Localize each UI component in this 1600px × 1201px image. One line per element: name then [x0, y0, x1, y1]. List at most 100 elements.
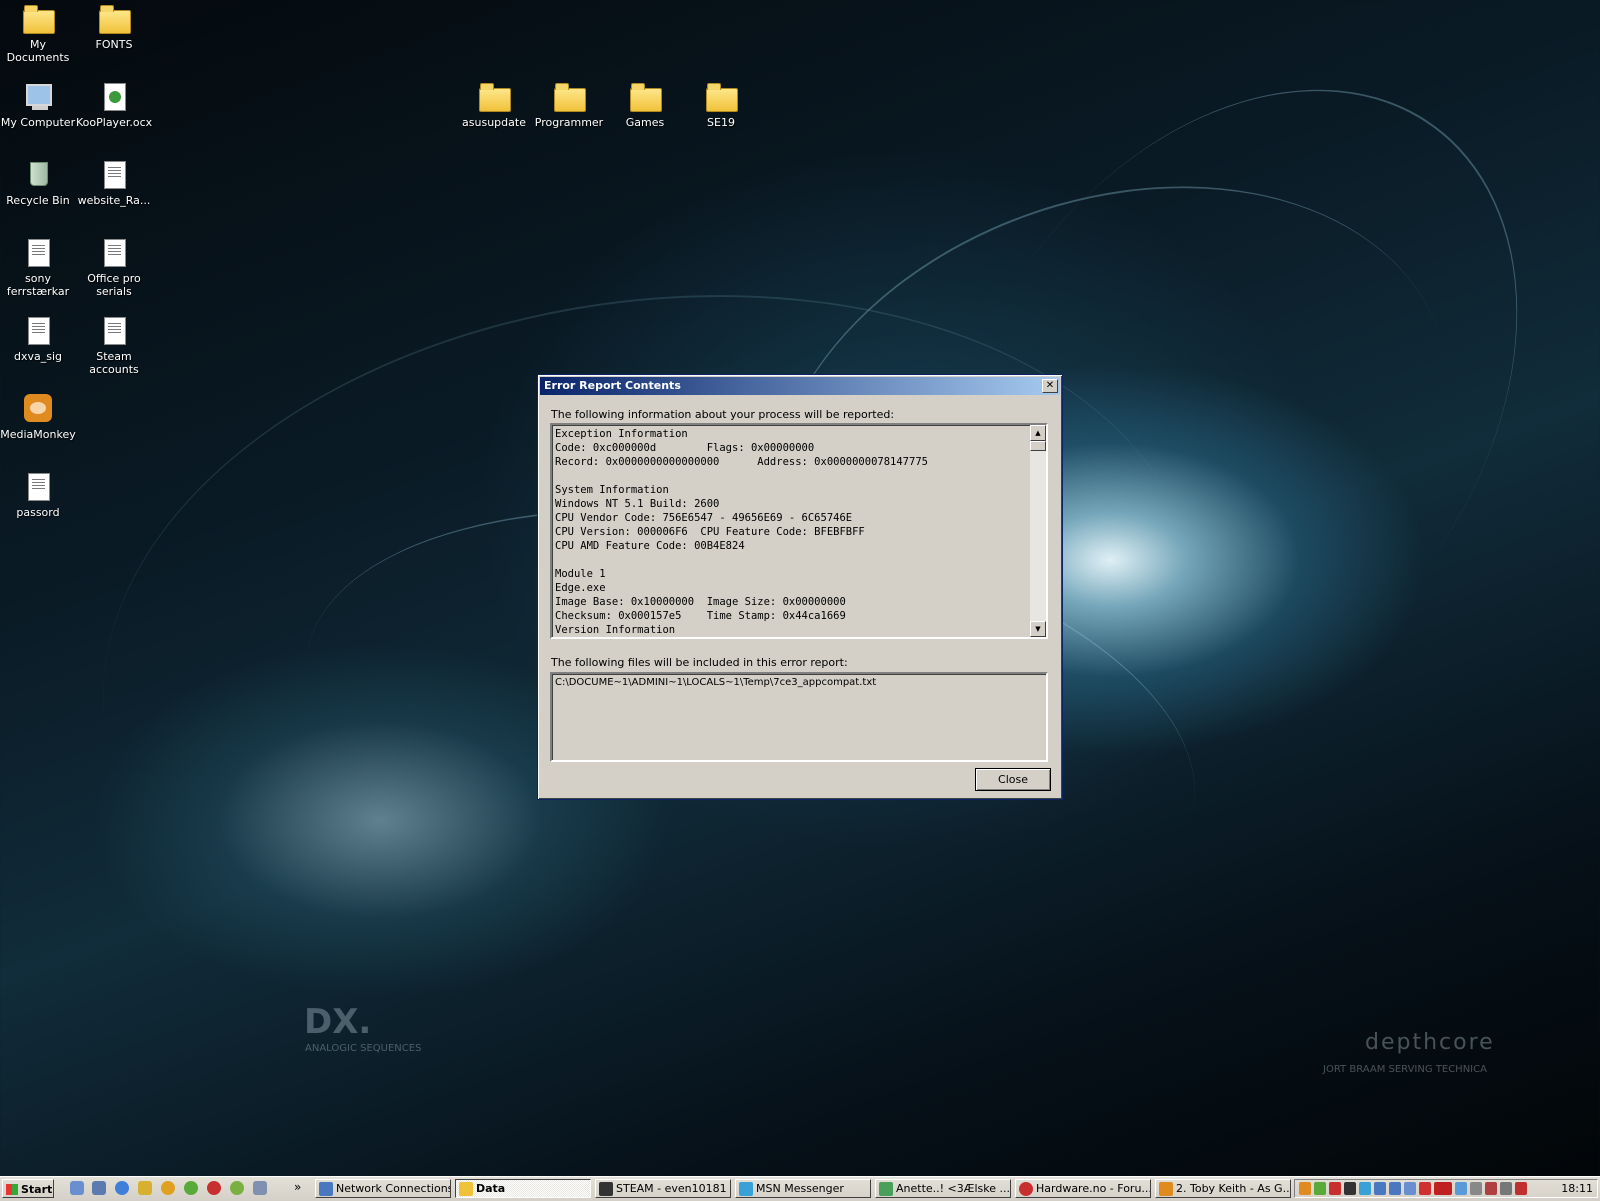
desktop-icon-asusupdate[interactable]: asusupdate — [456, 80, 532, 129]
folder-icon — [629, 80, 662, 112]
tray-app-icon[interactable] — [1500, 1182, 1512, 1195]
folder-icon — [705, 80, 738, 112]
close-icon[interactable]: ✕ — [1042, 379, 1058, 393]
taskbar: Start » Network Connections Data STEAM -… — [0, 1176, 1600, 1201]
desktop-icon-se19[interactable]: SE19 — [683, 80, 759, 129]
media-player-icon[interactable] — [161, 1181, 175, 1195]
report-line: CPU Vendor Code: 756E6547 - 49656E69 - 6… — [555, 512, 853, 524]
text-file-icon — [22, 314, 54, 346]
tray-app-icon[interactable] — [1419, 1182, 1431, 1195]
system-tray: 18:11 — [1294, 1179, 1598, 1198]
close-button[interactable]: Close — [975, 768, 1051, 791]
recycle-bin-icon — [22, 158, 54, 190]
report-line: System Information — [555, 484, 669, 496]
desktop-icon-my-documents[interactable]: My Documents — [0, 2, 76, 64]
quicklaunch-app-icon[interactable] — [92, 1181, 106, 1195]
report-line: CPU Version: 000006F6 CPU Feature Code: … — [555, 526, 865, 538]
dialog-title: Error Report Contents — [544, 379, 681, 392]
desktop-icon-office-pro[interactable]: Office pro serials — [76, 236, 152, 298]
tray-app-icon[interactable] — [1485, 1182, 1497, 1195]
desktop-icon-sony[interactable]: sony ferrstærkar — [0, 236, 76, 298]
show-desktop-icon[interactable] — [70, 1181, 84, 1195]
text-file-icon — [98, 236, 130, 268]
taskbar-item-mediamonkey[interactable]: 2. Toby Keith - As G... — [1155, 1179, 1291, 1198]
folder-icon — [98, 2, 131, 34]
report-line: Edge.exe — [555, 582, 606, 594]
report-line: CPU AMD Feature Code: 00B4E824 — [555, 540, 745, 552]
internet-explorer-icon[interactable] — [115, 1181, 129, 1195]
desktop-icon-dxva-sig[interactable]: dxva_sig — [0, 314, 76, 363]
text-file-icon — [22, 236, 54, 268]
volume-icon[interactable] — [1470, 1182, 1482, 1195]
tray-app-icon[interactable] — [1404, 1182, 1416, 1195]
report-line — [555, 469, 1043, 483]
utorrent-tray-icon[interactable] — [1314, 1182, 1326, 1195]
taskbar-item-msn-chat[interactable]: Anette..! <3Ælske ... — [875, 1179, 1011, 1198]
desktop-icon-recycle-bin[interactable]: Recycle Bin — [0, 158, 76, 207]
scroll-up-icon[interactable]: ▲ — [1030, 425, 1046, 441]
taskbar-item-hardware-no[interactable]: Hardware.no - Foru... — [1015, 1179, 1151, 1198]
scroll-down-icon[interactable]: ▼ — [1030, 621, 1046, 637]
report-line: Image Base: 0x10000000 Image Size: 0x000… — [555, 596, 846, 608]
desktop-icon-games[interactable]: Games — [607, 80, 683, 129]
report-line: Version Information — [555, 624, 676, 636]
quicklaunch-app-icon[interactable] — [138, 1181, 152, 1195]
tray-app-icon[interactable] — [1455, 1182, 1467, 1195]
utorrent-icon[interactable] — [184, 1181, 198, 1195]
desktop-icon-website[interactable]: website_Ra... — [76, 158, 152, 207]
files-box[interactable]: C:\DOCUME~1\ADMINI~1\LOCALS~1\Temp\7ce3_… — [550, 672, 1048, 762]
wallpaper-dx-subtitle: ANALOGIC SEQUENCES — [305, 1043, 422, 1054]
opera-icon[interactable] — [207, 1181, 221, 1195]
msn-icon — [739, 1182, 753, 1196]
report-contents-box[interactable]: Exception Information Code: 0xc000000d Fl… — [550, 423, 1048, 639]
report-line: Record: 0x0000000000000000 Address: 0x00… — [555, 456, 928, 468]
folder-icon — [553, 80, 586, 112]
document-icon — [98, 158, 130, 190]
scroll-thumb[interactable] — [1030, 441, 1046, 451]
msn-chat-icon — [879, 1182, 893, 1196]
network-tray-icon[interactable] — [1389, 1182, 1401, 1195]
wallpaper-dx-logo: DX. — [304, 1002, 372, 1042]
mediamonkey-icon — [1159, 1182, 1173, 1196]
mediamonkey-tray-icon[interactable] — [1299, 1182, 1311, 1195]
report-line: Exception Information — [555, 428, 688, 440]
files-list-text: C:\DOCUME~1\ADMINI~1\LOCALS~1\Temp\7ce3_… — [555, 677, 877, 688]
start-button[interactable]: Start — [2, 1179, 54, 1198]
desktop-icon-mediamonkey[interactable]: MediaMonkey — [0, 392, 76, 441]
taskbar-item-data[interactable]: Data — [455, 1179, 591, 1198]
msn-tray-icon[interactable] — [1359, 1182, 1371, 1195]
desktop-icon-fonts[interactable]: FONTS — [76, 2, 152, 51]
mediamonkey-icon — [22, 392, 54, 424]
steam-tray-icon[interactable] — [1344, 1182, 1356, 1195]
ocx-file-icon — [98, 80, 130, 112]
desktop-icon-kooplayer[interactable]: KooPlayer.ocx — [76, 80, 152, 129]
desktop-icon-programmer[interactable]: Programmer — [531, 80, 607, 129]
clock[interactable]: 18:11 — [1561, 1182, 1593, 1195]
taskbar-item-network-connections[interactable]: Network Connections — [315, 1179, 451, 1198]
desktop-icon-my-computer[interactable]: My Computer — [0, 80, 76, 129]
wallpaper-credit: JORT BRAAM SERVING TECHNICA — [1323, 1064, 1487, 1075]
ati-tray-icon[interactable] — [1434, 1182, 1452, 1195]
report-line: Checksum: 0x000157e5 Time Stamp: 0x44ca1… — [555, 610, 846, 622]
dialog-titlebar[interactable]: Error Report Contents ✕ — [540, 377, 1060, 395]
tray-app-icon[interactable] — [1329, 1182, 1341, 1195]
taskbar-item-steam[interactable]: STEAM - even10181 — [595, 1179, 731, 1198]
text-file-icon — [98, 314, 130, 346]
folder-icon — [478, 80, 511, 112]
quicklaunch-more-button[interactable]: » — [294, 1180, 301, 1194]
report-scrollbar[interactable]: ▲ ▼ — [1030, 425, 1046, 637]
desktop-icon-passord[interactable]: passord — [0, 470, 76, 519]
wallpaper-brand-logo: depthcore — [1365, 1030, 1495, 1055]
report-intro-label: The following information about your pro… — [551, 408, 895, 421]
quicklaunch-app-icon[interactable] — [253, 1181, 267, 1195]
my-computer-icon — [22, 80, 54, 112]
network-tray-icon[interactable] — [1374, 1182, 1386, 1195]
taskbar-item-msn-messenger[interactable]: MSN Messenger — [735, 1179, 871, 1198]
folder-icon — [459, 1182, 473, 1196]
report-contents-text: Exception Information Code: 0xc000000d Fl… — [552, 425, 1046, 637]
security-shield-icon[interactable] — [1515, 1182, 1527, 1195]
report-line — [555, 553, 1043, 567]
desktop-icon-steam-accounts[interactable]: Steam accounts — [76, 314, 152, 376]
my-documents-icon — [22, 2, 55, 34]
quicklaunch-app-icon[interactable] — [230, 1181, 244, 1195]
